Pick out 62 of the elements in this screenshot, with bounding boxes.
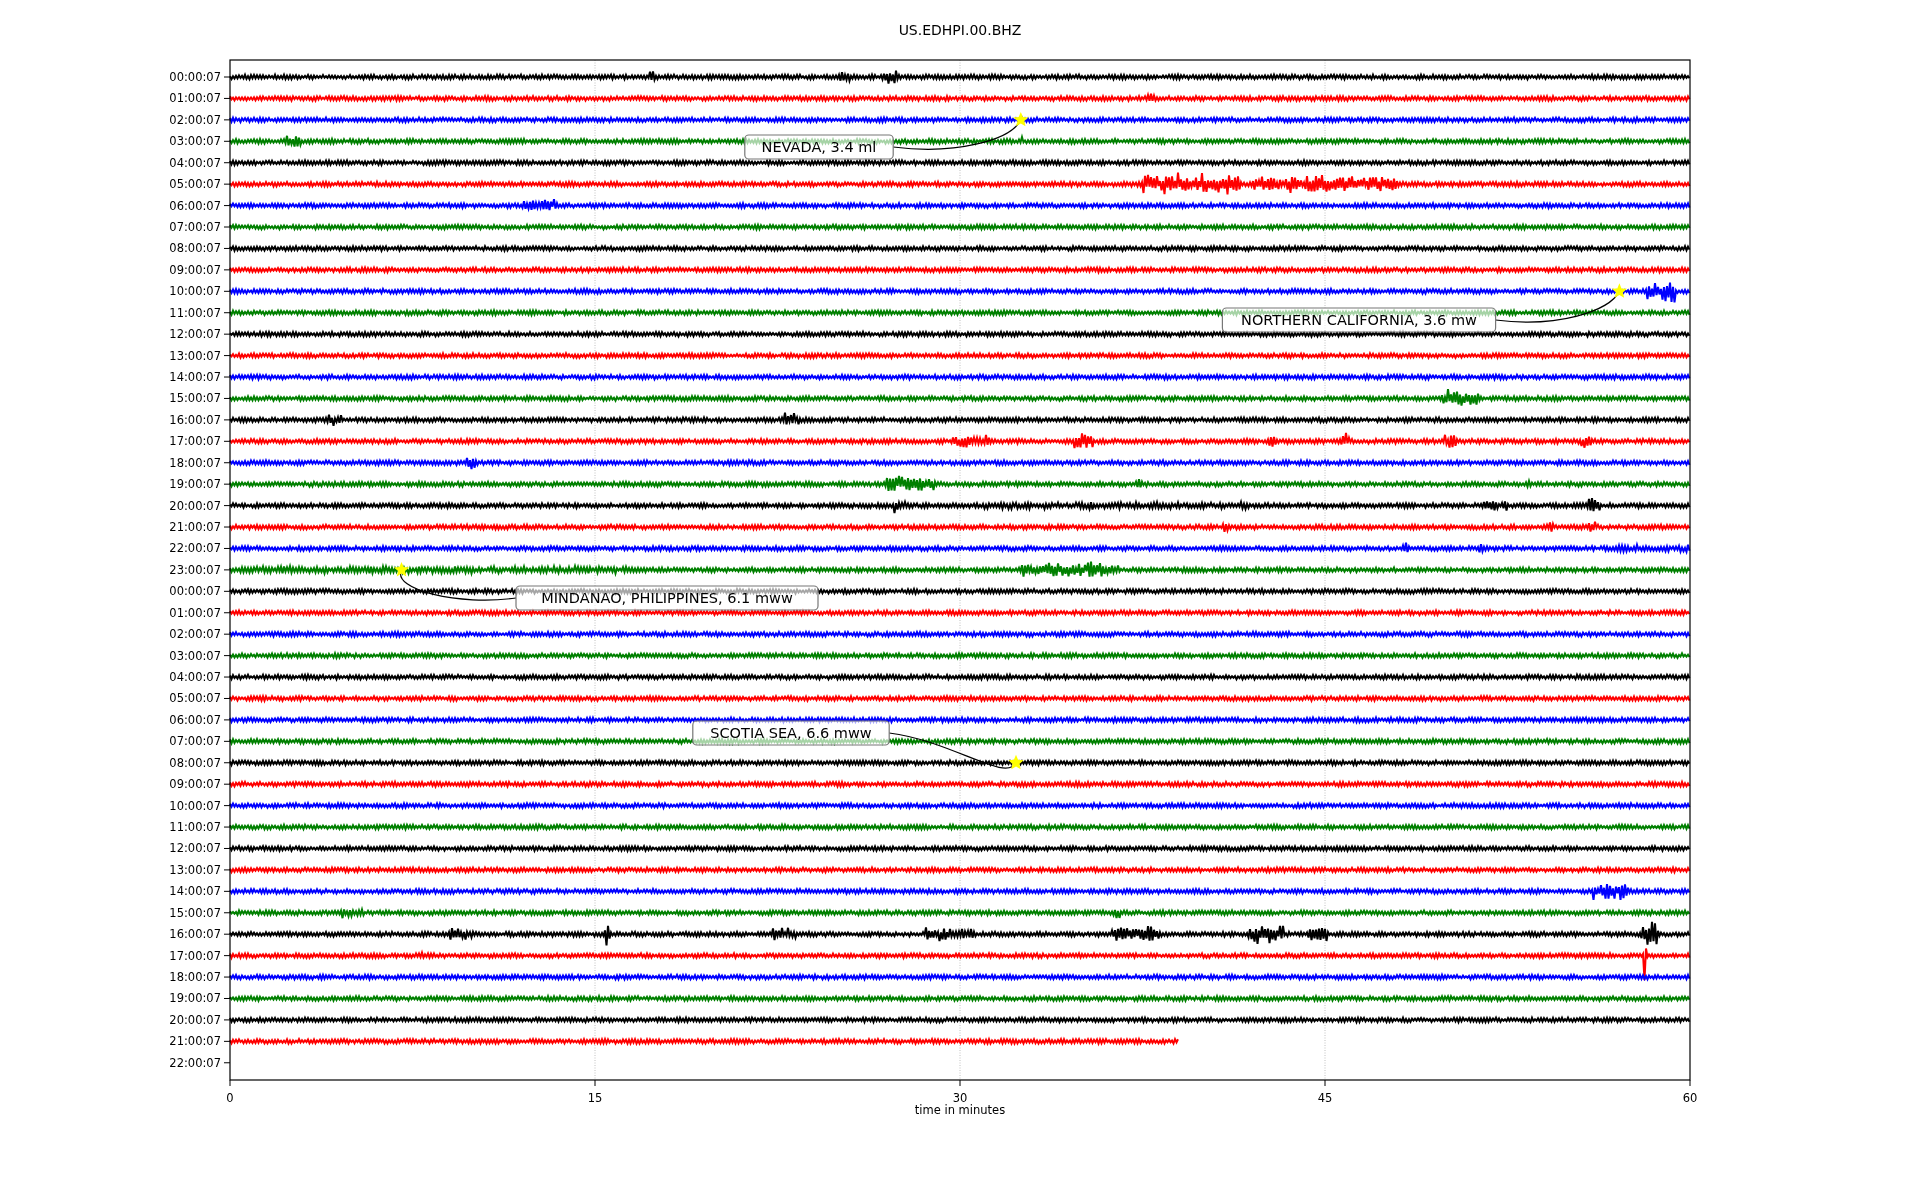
event-callout: NEVADA, 3.4 ml — [744, 134, 894, 160]
time-label: 05:00:07 — [169, 691, 221, 706]
time-label: 00:00:07 — [169, 584, 221, 599]
time-label: 06:00:07 — [169, 198, 221, 213]
star-icon — [1008, 754, 1024, 770]
chart-title: US.EDHPI.00.BHZ — [898, 22, 1022, 38]
time-label: 20:00:07 — [169, 498, 221, 513]
time-label: 23:00:07 — [169, 562, 221, 577]
time-label: 06:00:07 — [169, 712, 221, 727]
time-label: 19:00:07 — [169, 477, 221, 492]
time-label: 16:00:07 — [169, 927, 221, 942]
time-label: 21:00:07 — [169, 1034, 221, 1049]
tick-label: 30 — [952, 1091, 968, 1105]
time-label: 13:00:07 — [169, 862, 221, 877]
time-label: 02:00:07 — [169, 627, 221, 642]
time-label: 08:00:07 — [169, 241, 221, 256]
time-label: 02:00:07 — [169, 112, 221, 127]
time-label: 03:00:07 — [169, 648, 221, 663]
time-label: 01:00:07 — [169, 605, 221, 620]
time-label: 19:00:07 — [169, 991, 221, 1006]
star-icon — [393, 561, 410, 577]
time-label: 16:00:07 — [169, 412, 221, 427]
time-label: 03:00:07 — [169, 134, 221, 149]
time-label: 22:00:07 — [169, 1055, 221, 1070]
time-label: 14:00:07 — [169, 370, 221, 384]
time-label: 05:00:07 — [169, 177, 221, 192]
time-label: 15:00:07 — [169, 391, 221, 406]
time-label: 12:00:07 — [169, 841, 221, 856]
star-icon — [1013, 111, 1029, 127]
time-label: 07:00:07 — [169, 220, 221, 234]
time-label: 12:00:07 — [169, 327, 221, 342]
time-label: 11:00:07 — [169, 305, 221, 320]
time-label: 04:00:07 — [169, 155, 221, 170]
time-label: 10:00:07 — [169, 798, 221, 813]
time-label: 13:00:07 — [169, 348, 221, 363]
time-label: 21:00:07 — [169, 520, 221, 535]
time-label: 09:00:07 — [169, 262, 221, 277]
time-label: 10:00:07 — [169, 284, 221, 299]
time-label: 09:00:07 — [169, 777, 221, 792]
time-label: 17:00:07 — [169, 434, 221, 449]
time-label: 14:00:07 — [169, 884, 221, 899]
time-label: 20:00:07 — [169, 1012, 221, 1027]
star-icon — [1611, 283, 1627, 298]
time-label: 00:00:07 — [169, 70, 221, 84]
time-label: 22:00:07 — [169, 541, 221, 556]
time-label: 01:00:07 — [169, 91, 221, 106]
time-label: 08:00:07 — [169, 755, 221, 770]
axis-title: time in minutes — [914, 1103, 1006, 1117]
time-label: 04:00:07 — [169, 670, 221, 685]
tick-label: 60 — [1682, 1091, 1698, 1105]
time-label: 18:00:07 — [169, 970, 221, 985]
time-label: 15:00:07 — [169, 905, 221, 920]
time-label: 07:00:07 — [169, 734, 221, 749]
time-label: 18:00:07 — [169, 455, 221, 470]
tick-label: 45 — [1317, 1091, 1333, 1105]
time-label: 17:00:07 — [169, 948, 221, 963]
time-label: 11:00:07 — [169, 820, 221, 835]
tick-label: 15 — [587, 1091, 603, 1105]
event-callout: SCOTIA SEA, 6.6 mww — [692, 720, 890, 746]
event-callout: MINDANAO, PHILIPPINES, 6.1 mww — [515, 585, 819, 611]
event-callout: NORTHERN CALIFORNIA, 3.6 mw — [1221, 307, 1497, 333]
tick-label: 0 — [226, 1091, 234, 1105]
